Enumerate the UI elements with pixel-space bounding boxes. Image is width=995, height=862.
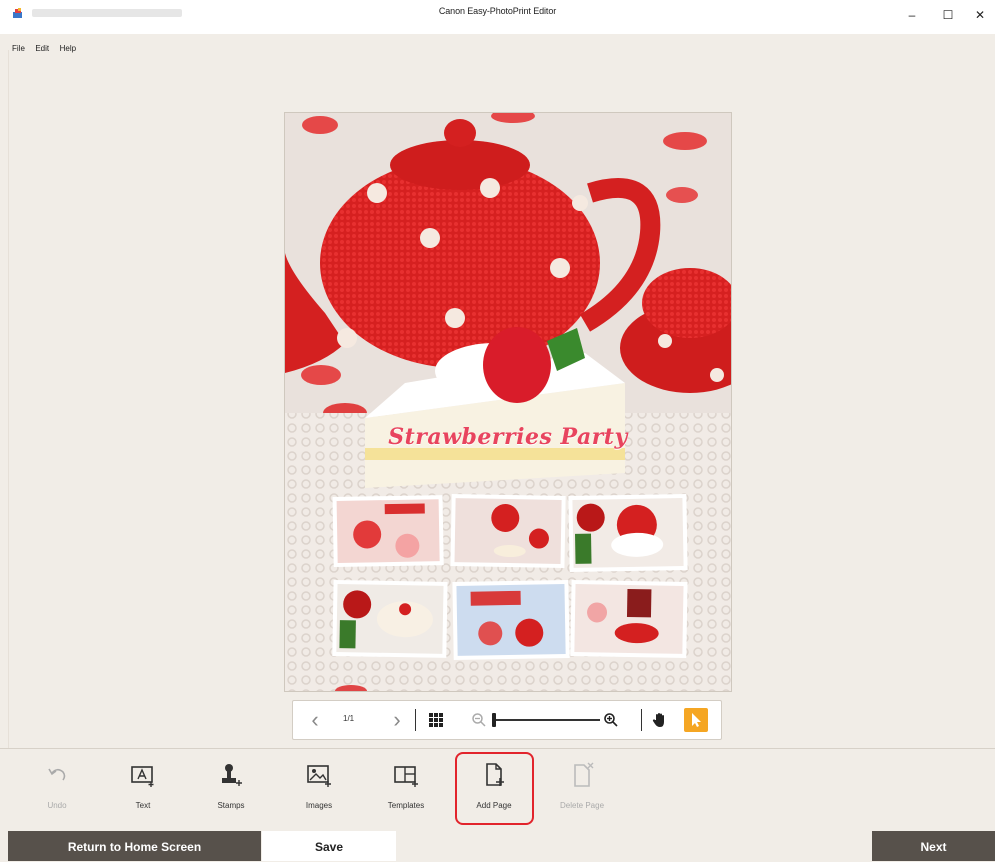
view-control-bar: ‹ 1/1 › — [292, 700, 722, 740]
left-edge-line — [8, 50, 9, 750]
maximize-button[interactable]: ☐ — [934, 5, 962, 25]
zoom-in-icon[interactable] — [603, 712, 619, 728]
templates-label: Templates — [387, 801, 425, 810]
card-canvas[interactable]: Strawberries Party — [284, 112, 732, 692]
zoom-out-icon[interactable] — [471, 712, 487, 728]
menu-bar: File Edit Help — [0, 38, 995, 53]
save-button[interactable]: Save — [262, 831, 396, 861]
window-title: Canon Easy-PhotoPrint Editor — [438, 6, 557, 16]
undo-icon — [48, 768, 66, 781]
minimize-button[interactable]: – — [898, 5, 926, 25]
delete-page-icon — [574, 762, 594, 787]
page-indicator: 1/1 — [343, 714, 355, 723]
photo-collage-image — [285, 113, 731, 691]
title-bar: Canon Easy-PhotoPrint Editor – ☐ ✕ — [0, 0, 995, 34]
return-home-button[interactable]: Return to Home Screen — [8, 831, 261, 861]
images-label: Images — [305, 801, 333, 810]
thumbnail-grid-icon[interactable] — [428, 712, 444, 728]
image-icon — [307, 765, 331, 787]
stamps-button[interactable]: Stamps — [196, 757, 266, 827]
cursor-arrow-icon — [692, 713, 701, 727]
footer-bar: Return to Home Screen Save Next — [0, 830, 995, 861]
close-button[interactable]: ✕ — [966, 5, 994, 25]
undo-button[interactable]: Undo — [22, 757, 92, 827]
template-icon — [394, 766, 418, 787]
zoom-slider-thumb[interactable] — [492, 713, 496, 727]
separator — [641, 709, 642, 731]
separator — [415, 709, 416, 731]
stamps-label: Stamps — [217, 801, 245, 810]
menu-help[interactable]: Help — [60, 42, 76, 56]
undo-label: Undo — [47, 801, 67, 810]
menu-file[interactable]: File — [12, 42, 25, 56]
next-page-button[interactable]: › — [383, 701, 411, 739]
text-label: Text — [135, 801, 151, 810]
text-icon — [131, 766, 154, 787]
next-button[interactable]: Next — [872, 831, 995, 861]
templates-button[interactable]: Templates — [371, 757, 441, 827]
select-tool-button[interactable] — [684, 708, 708, 732]
zoom-slider-track[interactable] — [493, 719, 600, 721]
card-title-text[interactable]: Strawberries Party — [285, 424, 731, 450]
add-page-highlight-box — [455, 752, 534, 825]
stamp-icon — [222, 764, 242, 786]
images-button[interactable]: Images — [284, 757, 354, 827]
text-button[interactable]: Text — [108, 757, 178, 827]
prev-page-button[interactable]: ‹ — [301, 701, 329, 739]
delete-page-button[interactable]: Delete Page — [547, 757, 617, 827]
menu-edit[interactable]: Edit — [35, 42, 49, 56]
delete-page-label: Delete Page — [559, 801, 605, 810]
hand-tool-icon[interactable] — [651, 711, 669, 729]
